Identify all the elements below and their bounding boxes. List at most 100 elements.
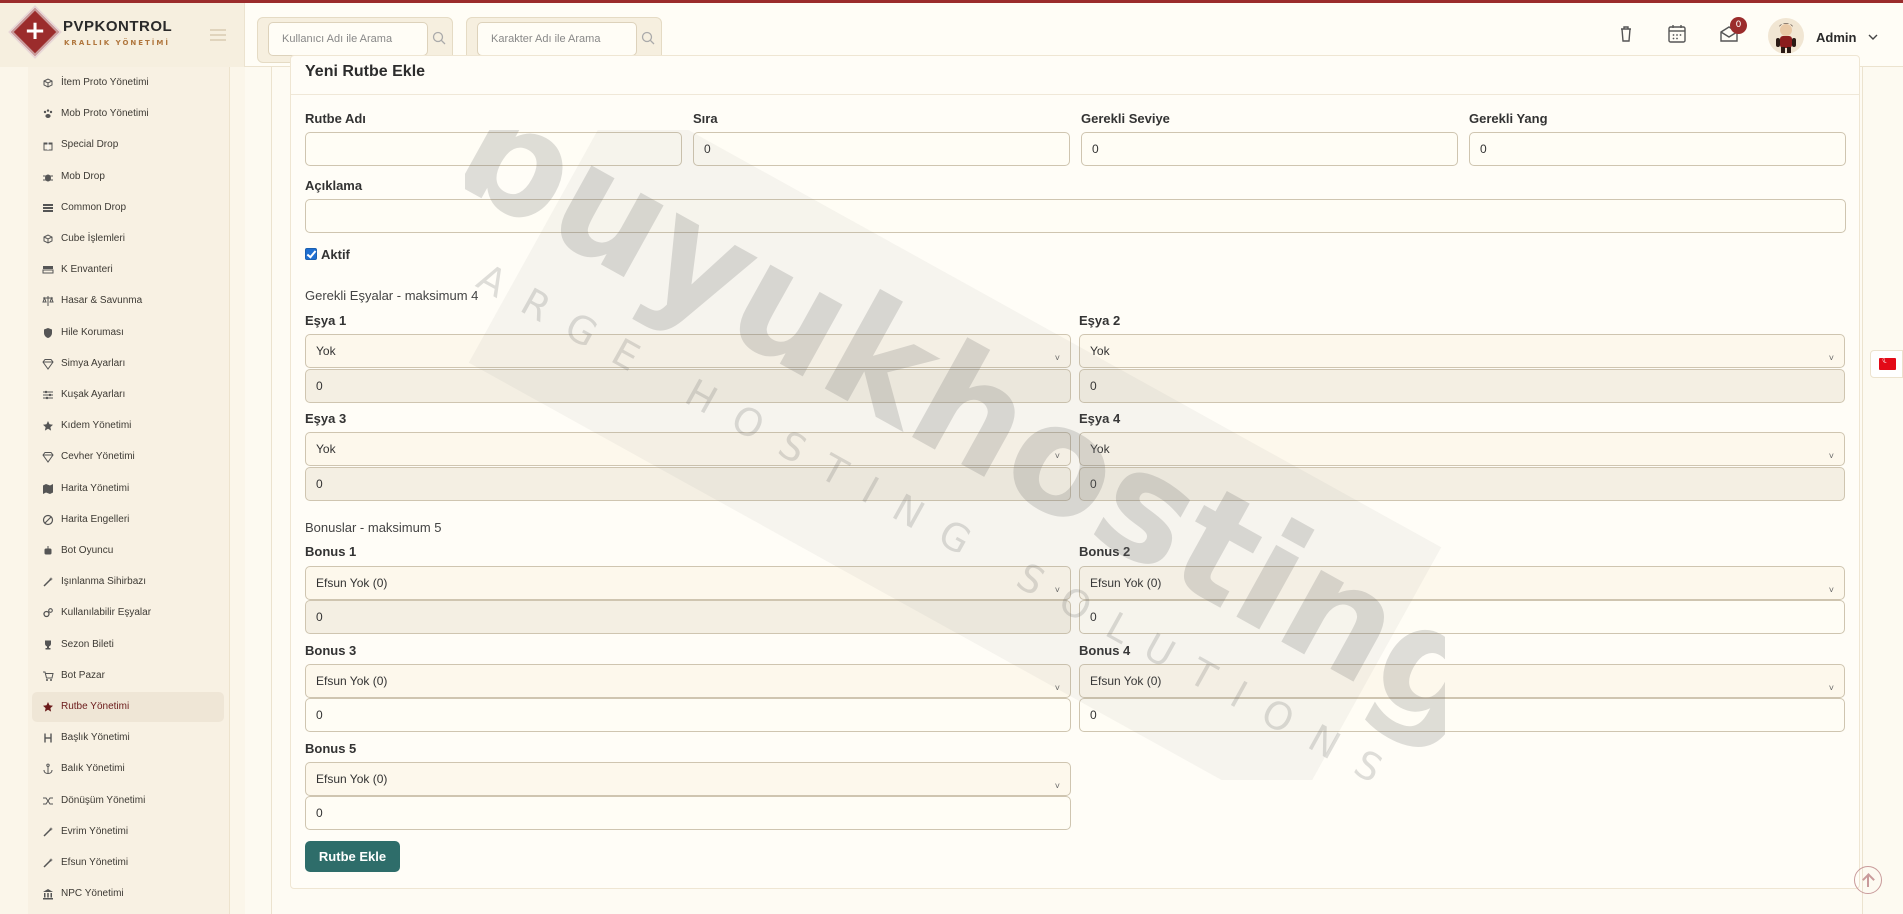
chevron-down-icon[interactable] — [1868, 33, 1878, 41]
gem-icon — [42, 358, 54, 370]
item-4-count-input[interactable]: 0 — [1079, 467, 1845, 501]
required-yang-label: Gerekli Yang — [1469, 111, 1548, 126]
item-1-count-input[interactable]: 0 — [305, 369, 1071, 403]
sidebar-item-isinlanma-sihirbazi[interactable]: Işınlanma Sihirbazı — [32, 567, 224, 597]
bonus-4-select[interactable]: Efsun Yok (0) ˅ — [1079, 664, 1845, 698]
description-input[interactable] — [305, 199, 1846, 233]
order-input[interactable]: 0 — [693, 132, 1070, 166]
bonus-2-select[interactable]: Efsun Yok (0) ˅ — [1079, 566, 1845, 600]
sidebar-nav: İtem Proto Yönetimi Mob Proto Yönetimi Spe… — [28, 67, 230, 914]
bonus-3-select[interactable]: Efsun Yok (0) ˅ — [305, 664, 1071, 698]
sidebar-item-mob-drop[interactable]: Mob Drop — [32, 162, 224, 192]
language-selector[interactable] — [1870, 350, 1903, 378]
sidebar-item-evrim-yonetimi[interactable]: Evrim Yönetimi — [32, 817, 224, 847]
item-4-label: Eşya 4 — [1079, 411, 1121, 426]
sidebar-item-label: Cube İşlemleri — [61, 233, 125, 244]
search-icon[interactable] — [641, 31, 655, 45]
sidebar-item-harita-engelleri[interactable]: Harita Engelleri — [32, 505, 224, 535]
sidebar-item-common-drop[interactable]: Common Drop — [32, 193, 224, 223]
item-3-count-input[interactable]: 0 — [305, 467, 1071, 501]
bonus-2-value-input[interactable]: 0 — [1079, 600, 1845, 634]
turkey-flag-icon — [1879, 356, 1896, 370]
sidebar-item-baslik-yonetimi[interactable]: Başlık Yönetimi — [32, 723, 224, 753]
item-2-select[interactable]: Yok ˅ — [1079, 334, 1845, 368]
logo-plus-icon: + — [24, 16, 46, 46]
shield-icon — [44, 327, 52, 338]
sidebar-item-label: Kuşak Ayarları — [61, 389, 126, 400]
sidebar-item-k-envanteri[interactable]: K Envanteri — [32, 255, 224, 285]
sidebar-item-hasar-savunma[interactable]: Hasar & Savunma — [32, 286, 224, 316]
bonus-1-select[interactable]: Efsun Yok (0) ˅ — [305, 566, 1071, 600]
map-icon — [43, 483, 53, 494]
sidebar-item-bot-oyuncu[interactable]: Bot Oyuncu — [32, 536, 224, 566]
trash-icon[interactable] — [1615, 23, 1637, 45]
sidebar-item-cube-i-slemleri[interactable]: Cube İşlemleri — [32, 224, 224, 254]
brand[interactable]: + PVPKONTROL KRALLIK YÖNETİMİ — [0, 3, 245, 67]
box-icon — [43, 78, 53, 88]
sidebar-item-cevher-yonetimi[interactable]: Cevher Yönetimi — [32, 442, 224, 472]
bonus-2-selected: Efsun Yok (0) — [1090, 576, 1162, 590]
active-checkbox[interactable] — [305, 248, 317, 260]
bonus-5-value-input[interactable]: 0 — [305, 796, 1071, 830]
character-search-input[interactable]: Karakter Adı ile Arama — [477, 22, 637, 56]
avatar[interactable] — [1768, 18, 1804, 54]
rank-name-input[interactable] — [305, 132, 682, 166]
item-2-selected: Yok — [1090, 344, 1110, 358]
sidebar-item-npc-yonetimi[interactable]: NPC Yönetimi — [32, 879, 224, 909]
sidebar-item-kullanilabilir-esyalar[interactable]: Kullanılabilir Eşyalar — [32, 598, 224, 628]
sidebar-item-label: Kullanılabilir Eşyalar — [61, 607, 152, 619]
bonus-4-label: Bonus 4 — [1079, 643, 1131, 658]
user-name[interactable]: Admin — [1816, 30, 1856, 45]
item-3-select[interactable]: Yok ˅ — [305, 432, 1071, 466]
sidebar-item-i-tem-proto-yonetimi[interactable]: İtem Proto Yönetimi — [32, 68, 224, 98]
sidebar-item-label: Balık Yönetimi — [61, 763, 125, 775]
sidebar-item-special-drop[interactable]: Special Drop — [32, 130, 224, 160]
sidebar-item-harita-yonetimi[interactable]: Harita Yönetimi — [32, 474, 224, 504]
required-level-input[interactable]: 0 — [1081, 132, 1458, 166]
item-1-selected: Yok — [316, 344, 336, 358]
sidebar-item-donusum-yonetimi[interactable]: Dönüşüm Yönetimi — [32, 786, 224, 816]
user-search-input[interactable]: Kullanıcı Adı ile Arama — [268, 22, 428, 56]
brand-subtitle: KRALLIK YÖNETİMİ — [64, 39, 170, 47]
sidebar-item-rutbe-yonetimi[interactable]: Rutbe Yönetimi — [32, 692, 224, 722]
sidebar-item-label: Mob Proto Yönetimi — [61, 108, 149, 120]
sidebar-item-efsun-yonetimi[interactable]: Efsun Yönetimi — [32, 848, 224, 878]
required-yang-input[interactable]: 0 — [1469, 132, 1846, 166]
cube-icon — [43, 234, 53, 244]
sidebar-item-kusak-ayarlari[interactable]: Kuşak Ayarları — [32, 380, 224, 410]
item-2-count-input[interactable]: 0 — [1079, 369, 1845, 403]
sidebar-item-balik-yonetimi[interactable]: Balık Yönetimi — [32, 754, 224, 784]
bonus-4-value-input[interactable]: 0 — [1079, 698, 1845, 732]
bonus-3-value-input[interactable]: 0 — [305, 698, 1071, 732]
calendar-icon[interactable] — [1666, 23, 1688, 45]
sidebar-item-simya-ayarlari[interactable]: Simya Ayarları — [32, 349, 224, 379]
add-rank-button[interactable]: Rutbe Ekle — [305, 841, 400, 872]
bonus-3-selected: Efsun Yok (0) — [316, 674, 388, 688]
sidebar-item-label: Efsun Yönetimi — [61, 857, 129, 868]
sidebar-item-hile-korumasi[interactable]: Hile Koruması — [32, 318, 224, 348]
bonus-3-label: Bonus 3 — [305, 643, 357, 658]
bug-icon — [43, 174, 53, 182]
item-1-label: Eşya 1 — [305, 313, 347, 328]
item-1-select[interactable]: Yok ˅ — [305, 334, 1071, 368]
sidebar-item-kidem-yonetimi[interactable]: Kıdem Yönetimi — [32, 411, 224, 441]
item-4-select[interactable]: Yok ˅ — [1079, 432, 1845, 466]
scroll-to-top-button[interactable] — [1854, 866, 1882, 894]
bonus-5-select[interactable]: Efsun Yok (0) ˅ — [305, 762, 1071, 796]
active-label[interactable]: Aktif — [321, 247, 350, 262]
item-3-label: Eşya 3 — [305, 411, 347, 426]
sidebar-item-label: Bot Pazar — [61, 669, 105, 681]
notification-badge: 0 — [1730, 17, 1747, 34]
wand-icon — [43, 826, 53, 837]
bonus-1-value-input[interactable]: 0 — [305, 600, 1071, 634]
bonuses-heading: Bonuslar - maksimum 5 — [305, 520, 442, 535]
sidebar-item-sezon-bileti[interactable]: Sezon Bileti — [32, 630, 224, 660]
sidebar-item-bot-pazar[interactable]: Bot Pazar — [32, 661, 224, 691]
sidebar-item-mob-proto-yonetimi[interactable]: Mob Proto Yönetimi — [32, 99, 224, 129]
bonus-5-selected: Efsun Yok (0) — [316, 772, 388, 786]
sidebar-item-label: Special Drop — [61, 139, 119, 151]
sidebar-item-label: Harita Engelleri — [61, 513, 130, 525]
cogs-icon — [43, 608, 53, 618]
search-icon[interactable] — [432, 31, 446, 45]
menu-toggle-icon[interactable] — [210, 29, 226, 41]
